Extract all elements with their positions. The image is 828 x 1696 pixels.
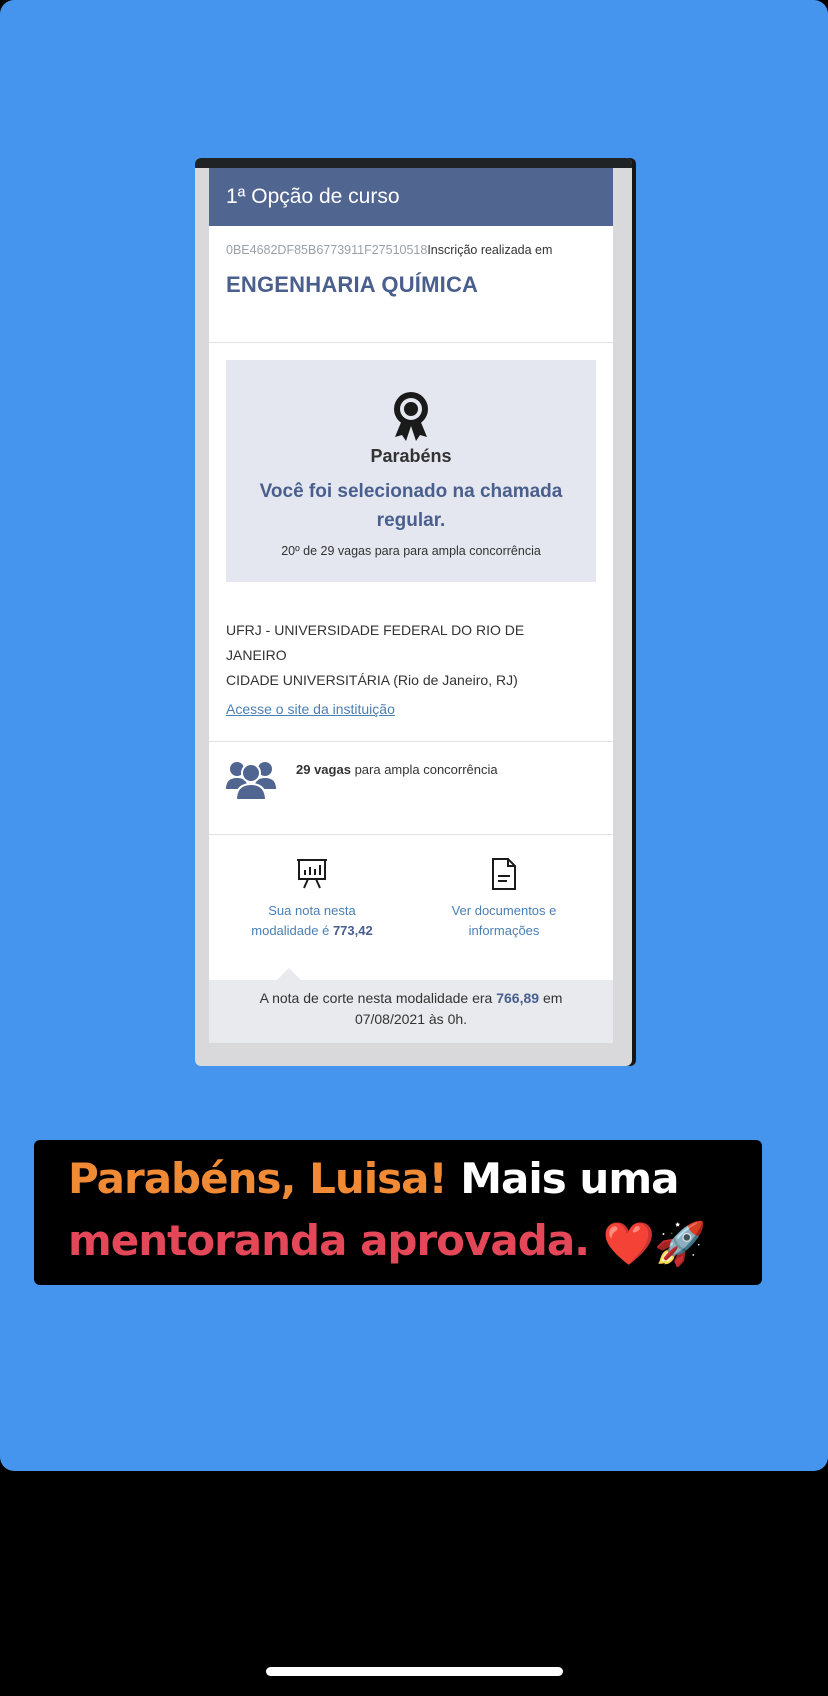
- congrats-rank: 20º de 29 vagas para para ampla concorrê…: [281, 544, 541, 558]
- card-header: 1ª Opção de curso: [209, 168, 613, 226]
- institution-section: UFRJ - UNIVERSIDADE FEDERAL DO RIO DE JA…: [209, 582, 613, 742]
- documents-text: Ver documentos e informações: [419, 901, 589, 941]
- congrats-message: Você foi selecionado na chamada regular.: [259, 481, 563, 531]
- docs-line1: Ver documentos e: [451, 903, 557, 918]
- cutoff-box: A nota de corte nesta modalidade era 766…: [209, 980, 613, 1043]
- vagas-label: para ampla concorrência: [354, 762, 498, 777]
- institution-site-link[interactable]: Acesse o site da instituição: [226, 701, 395, 717]
- cutoff-value: 766,89: [496, 990, 540, 1006]
- vagas-count: 29 vagas: [296, 762, 351, 777]
- score-line2: modalidade é: [251, 923, 330, 938]
- chart-board-icon: [297, 859, 327, 889]
- congrats-title: Parabéns: [370, 446, 452, 466]
- documents-action[interactable]: Ver documentos e informações: [419, 857, 589, 941]
- caption-approved: mentoranda aprovada.: [68, 1216, 590, 1265]
- cutoff-pointer: [277, 968, 301, 980]
- document-icon: [492, 858, 516, 890]
- people-icon: [226, 762, 276, 800]
- course-option-card: 1ª Opção de curso 0BE4682DF85B6773911F27…: [209, 168, 613, 1043]
- vagas-text: 29 vagas para ampla concorrência: [296, 762, 498, 777]
- vagas-section: 29 vagas para ampla concorrência: [209, 742, 613, 835]
- docs-line2: informações: [468, 923, 540, 938]
- score-text: Sua nota nesta modalidade é 773,42: [227, 901, 397, 941]
- cutoff-suffix: em: [542, 990, 563, 1006]
- caption-congrats: Parabéns, Luisa!: [68, 1154, 448, 1203]
- rocket-emoji-icon: 🚀: [654, 1218, 706, 1268]
- congrats-box: Parabéns Você foi selecionado na chamada…: [226, 360, 596, 582]
- actions-section: Sua nota nesta modalidade é 773,42 Ver d…: [209, 835, 613, 974]
- institution-name-line1: UFRJ - UNIVERSIDADE FEDERAL DO RIO DE: [226, 622, 525, 638]
- score-value: 773,42: [332, 923, 373, 938]
- registration-label: Inscrição realizada em: [427, 243, 553, 257]
- course-name: ENGENHARIA QUÍMICA: [226, 272, 479, 297]
- home-indicator[interactable]: [266, 1667, 563, 1676]
- heart-emoji-icon: ❤️: [602, 1218, 655, 1268]
- score-action[interactable]: Sua nota nesta modalidade é 773,42: [227, 857, 397, 941]
- story-caption: Parabéns, Luisa! Mais uma mentoranda apr…: [34, 1140, 762, 1285]
- cutoff-date: 07/08/2021 às 0h.: [354, 1011, 468, 1027]
- course-section: 0BE4682DF85B6773911F27510518Inscrição re…: [209, 226, 613, 343]
- registration-line: 0BE4682DF85B6773911F27510518Inscrição re…: [226, 243, 596, 257]
- registration-code: 0BE4682DF85B6773911F27510518: [226, 243, 428, 257]
- institution-name-line2: JANEIRO: [226, 647, 287, 663]
- screenshot-frame: 1ª Opção de curso 0BE4682DF85B6773911F27…: [195, 158, 632, 1066]
- institution-campus: CIDADE UNIVERSITÁRIA (Rio de Janeiro, RJ…: [226, 672, 518, 688]
- status-bar-sliver: [195, 158, 632, 168]
- cutoff-prefix: A nota de corte nesta modalidade era: [259, 990, 493, 1006]
- caption-more: Mais uma: [460, 1154, 679, 1203]
- award-ribbon-icon: [394, 392, 428, 441]
- score-line1: Sua nota nesta: [268, 903, 356, 918]
